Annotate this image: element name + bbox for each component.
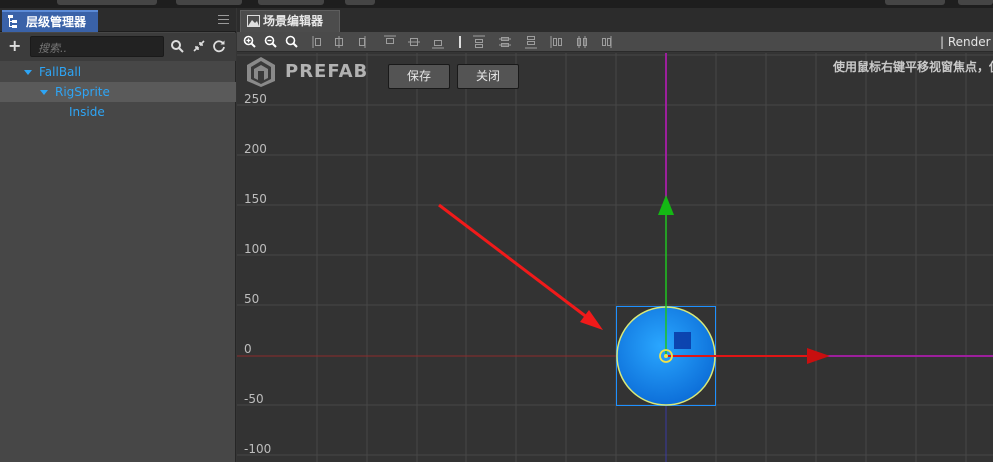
hierarchy-tab-title: 层级管理器 (26, 15, 87, 29)
search-icon[interactable] (170, 39, 184, 53)
top-strip (0, 0, 993, 8)
refresh-icon[interactable] (212, 39, 226, 53)
y-axis-label: 0 (244, 342, 252, 356)
scene-toolbar: | Render (237, 32, 993, 52)
tree-node-label: RigSprite (55, 85, 110, 99)
hierarchy-tabbar: 层级管理器 (0, 8, 236, 32)
tree-node-rigsprite[interactable]: RigSprite (0, 82, 236, 102)
prefab-logo-icon (247, 57, 275, 87)
y-axis-label: -100 (244, 442, 272, 456)
y-axis-label: 100 (244, 242, 267, 256)
tab-scene-editor[interactable]: 场景编辑器 (240, 10, 340, 32)
zoom-out-icon[interactable] (264, 35, 277, 48)
save-button[interactable]: 保存 (388, 64, 450, 89)
hierarchy-toolbar: + 搜索.. (0, 33, 236, 61)
align-tools[interactable] (307, 35, 627, 49)
search-input[interactable]: 搜索.. (30, 36, 164, 57)
scene-tab-title: 场景编辑器 (263, 14, 324, 28)
tab-hierarchy[interactable]: 层级管理器 (2, 10, 98, 32)
close-button[interactable]: 关闭 (457, 64, 519, 89)
collapse-icon[interactable] (192, 39, 206, 53)
annotation-arrow (438, 203, 603, 330)
tree-node-fallball[interactable]: FallBall (0, 62, 236, 82)
panel-menu-icon[interactable] (218, 15, 229, 24)
y-axis-label: 150 (244, 192, 267, 206)
zoom-in-icon[interactable] (243, 35, 256, 48)
tree-node-inside[interactable]: Inside (0, 102, 236, 122)
zoom-reset-icon[interactable] (285, 35, 298, 48)
app-root: 层级管理器 + 搜索.. FallBall RigSprite Inside 场… (0, 0, 993, 462)
expand-arrow-icon[interactable] (40, 90, 48, 95)
prefab-label: PREFAB (285, 61, 369, 82)
y-axis-label: 250 (244, 92, 267, 106)
node-tree: FallBall RigSprite Inside (0, 62, 236, 122)
viewport-hint: 使用鼠标右键平移视窗焦点，使 (833, 60, 993, 74)
hierarchy-icon (8, 15, 17, 28)
scene-icon (247, 15, 260, 27)
tree-node-label: Inside (69, 105, 105, 119)
y-axis-label: -50 (244, 392, 264, 406)
expand-arrow-icon[interactable] (24, 70, 32, 75)
render-label[interactable]: | Render (940, 34, 991, 50)
tree-node-label: FallBall (39, 65, 82, 79)
y-axis-label: 200 (244, 142, 267, 156)
add-node-button[interactable]: + (8, 38, 21, 54)
scene-tabbar: 场景编辑器 (237, 8, 993, 32)
scene-grid (237, 53, 993, 462)
scene-viewport[interactable]: 250 200 150 100 50 0 -50 -100 PREFAB 保存 … (237, 53, 993, 462)
hierarchy-panel: 层级管理器 + 搜索.. FallBall RigSprite Inside (0, 8, 236, 462)
y-axis-label: 50 (244, 292, 260, 306)
